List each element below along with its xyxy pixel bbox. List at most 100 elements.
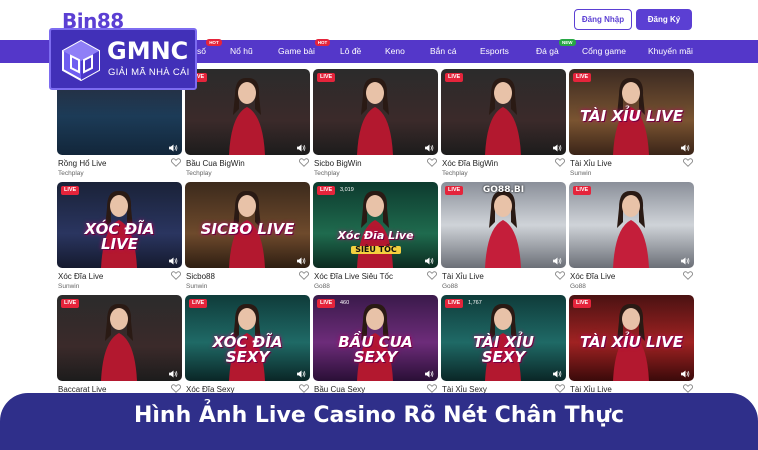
speaker-icon[interactable] [681, 144, 690, 152]
dealer-dress [613, 220, 649, 268]
nav-item[interactable]: số HOT [197, 39, 222, 63]
nav-item[interactable]: Lô đề [340, 40, 361, 63]
game-card[interactable]: LIVE Xóc Đĩa BigWin Techplay [441, 63, 566, 177]
game-card[interactable]: TÀI XỈU SEXY LIVE 1,767 Tài Xỉu Sexy [441, 289, 566, 403]
game-name[interactable]: Sicbo BigWin [314, 159, 362, 168]
game-name[interactable]: Xóc Đĩa BigWin [442, 159, 498, 168]
favorite-heart-icon[interactable] [299, 384, 309, 393]
nav-item[interactable]: Cổng game [582, 40, 626, 63]
live-badge: LIVE [61, 186, 80, 195]
speaker-icon[interactable] [425, 257, 434, 265]
nav-item[interactable]: Nổ hũ [230, 40, 253, 63]
dealer-head [366, 195, 384, 217]
nav-badge: NEW [559, 39, 576, 46]
favorite-heart-icon[interactable] [427, 158, 437, 167]
favorite-heart-icon[interactable] [555, 384, 565, 393]
live-badge: LIVE [573, 73, 592, 82]
speaker-icon[interactable] [297, 370, 306, 378]
speaker-icon[interactable] [169, 257, 178, 265]
dealer-head [494, 82, 512, 104]
dealer-dress [357, 107, 393, 155]
live-badge: LIVE [573, 186, 592, 195]
live-badge: LIVE [317, 299, 336, 308]
game-name[interactable]: Tài Xỉu Live [442, 272, 484, 281]
nav-item[interactable]: Khuyến mãi [648, 40, 693, 63]
gmnc-cube-icon [62, 39, 100, 82]
game-thumbnail[interactable]: XÓC ĐĨA SEXY LIVE [185, 295, 310, 381]
game-thumbnail[interactable]: TÀI XỈU SEXY LIVE 1,767 [441, 295, 566, 381]
favorite-heart-icon[interactable] [683, 158, 693, 167]
speaker-icon[interactable] [169, 144, 178, 152]
viewer-count: 460 [340, 300, 350, 306]
game-card[interactable]: TÀI XỈU LIVE LIVE Tài Xỉu Live Sunwin [569, 63, 694, 177]
speaker-icon[interactable] [297, 257, 306, 265]
game-thumbnail[interactable]: GO88.BI LIVE [441, 182, 566, 268]
favorite-heart-icon[interactable] [171, 384, 181, 393]
game-card[interactable]: Xóc Đĩa Live SIÊU TỐC LIVE 3,019 Xóc Đĩa Liv… [313, 176, 438, 290]
speaker-icon[interactable] [297, 144, 306, 152]
game-card[interactable]: XÓC ĐĨA LIVE LIVE Xóc Đĩa Live Sunwin [57, 176, 182, 290]
game-card[interactable]: SICBO LIVE Sicbo88 Sunwin [185, 176, 310, 290]
live-badge: LIVE [317, 186, 336, 195]
nav-item-label: Bắn cá [430, 46, 457, 56]
game-thumbnail[interactable]: LIVE [185, 69, 310, 155]
favorite-heart-icon[interactable] [171, 271, 181, 280]
game-thumbnail[interactable]: TÀI XỈU LIVE LIVE [569, 295, 694, 381]
login-button[interactable]: Đăng Nhập [574, 9, 632, 30]
nav-item[interactable]: Keno [385, 40, 405, 63]
favorite-heart-icon[interactable] [555, 271, 565, 280]
dealer-head [110, 308, 128, 330]
game-thumbnail[interactable]: LIVE [57, 295, 182, 381]
game-card[interactable]: XÓC ĐĨA SEXY LIVE Xóc Đĩa Sexy [185, 289, 310, 403]
favorite-heart-icon[interactable] [299, 158, 309, 167]
game-thumbnail[interactable]: Xóc Đĩa Live SIÊU TỐC LIVE 3,019 [313, 182, 438, 268]
game-thumbnail[interactable]: SICBO LIVE [185, 182, 310, 268]
nav-item-label: số [197, 46, 206, 56]
nav-item[interactable]: Đá gà NEW [536, 39, 576, 63]
game-thumbnail[interactable]: LIVE [569, 182, 694, 268]
live-badge: LIVE [445, 299, 464, 308]
game-name[interactable]: Tài Xỉu Live [570, 159, 612, 168]
game-card[interactable]: LIVE Xóc Đĩa Live Go88 [569, 176, 694, 290]
game-thumbnail[interactable]: TÀI XỈU LIVE LIVE [569, 69, 694, 155]
favorite-heart-icon[interactable] [683, 271, 693, 280]
page: Bin88 Đăng Nhập Đăng Ký số HOT Nổ hũ Game b… [0, 0, 758, 450]
speaker-icon[interactable] [553, 144, 562, 152]
game-thumbnail[interactable]: XÓC ĐĨA LIVE LIVE [57, 182, 182, 268]
thumbnail-title: XÓC ĐĨA LIVE [84, 220, 155, 253]
game-name[interactable]: Bầu Cua BigWin [186, 159, 245, 168]
game-card[interactable]: LIVE Bầu Cua BigWin Techplay [185, 63, 310, 177]
nav-item[interactable]: Game bài HOT [278, 39, 331, 63]
favorite-heart-icon[interactable] [427, 271, 437, 280]
nav-item[interactable]: Bắn cá [430, 40, 456, 63]
speaker-icon[interactable] [425, 370, 434, 378]
game-name[interactable]: Xóc Đĩa Live [570, 272, 615, 281]
game-name[interactable]: Sicbo88 [186, 272, 215, 281]
favorite-heart-icon[interactable] [171, 158, 181, 167]
favorite-heart-icon[interactable] [299, 271, 309, 280]
nav-item[interactable]: Esports [480, 40, 509, 63]
speaker-icon[interactable] [553, 257, 562, 265]
speaker-icon[interactable] [681, 257, 690, 265]
speaker-icon[interactable] [169, 370, 178, 378]
game-card[interactable]: BẦU CUA SEXY LIVE 460 Bầu Cua Sexy [313, 289, 438, 403]
game-card[interactable]: GO88.BI LIVE Tài Xỉu Live Go88 [441, 176, 566, 290]
game-card[interactable]: LIVE Baccarat Live [57, 289, 182, 403]
speaker-icon[interactable] [553, 370, 562, 378]
game-thumbnail[interactable]: LIVE [313, 69, 438, 155]
dealer-dress [485, 220, 521, 268]
game-name[interactable]: Rồng Hổ Live [58, 159, 106, 168]
caption-banner: Hình Ảnh Live Casino Rõ Nét Chân Thực [0, 393, 758, 450]
speaker-icon[interactable] [681, 370, 690, 378]
game-name[interactable]: Xóc Đĩa Live Siêu Tốc [314, 272, 393, 281]
speaker-icon[interactable] [425, 144, 434, 152]
game-thumbnail[interactable]: LIVE [441, 69, 566, 155]
favorite-heart-icon[interactable] [683, 384, 693, 393]
game-card[interactable]: TÀI XỈU LIVE LIVE Tài Xỉu Live [569, 289, 694, 403]
game-card[interactable]: LIVE Sicbo BigWin Techplay [313, 63, 438, 177]
favorite-heart-icon[interactable] [427, 384, 437, 393]
game-name[interactable]: Xóc Đĩa Live [58, 272, 103, 281]
favorite-heart-icon[interactable] [555, 158, 565, 167]
game-thumbnail[interactable]: BẦU CUA SEXY LIVE 460 [313, 295, 438, 381]
register-button[interactable]: Đăng Ký [636, 9, 692, 30]
